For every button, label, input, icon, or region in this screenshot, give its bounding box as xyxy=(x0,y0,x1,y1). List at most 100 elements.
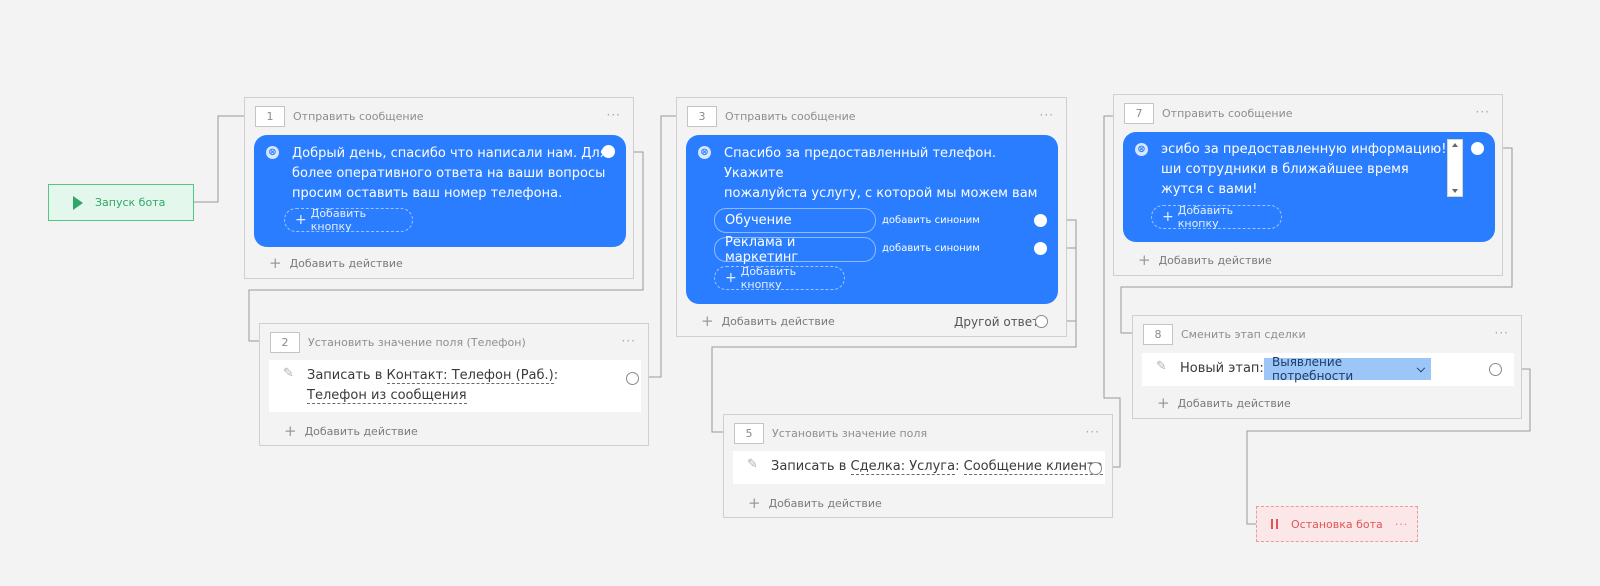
card-header: 5 Установить значение поля ··· xyxy=(724,415,1112,451)
option-button-marketing[interactable]: Реклама и маркетинг xyxy=(714,234,876,265)
action-row[interactable]: ✎ Записать в Сделка: Услуга: Сообщение к… xyxy=(733,451,1105,484)
plus-icon: + xyxy=(1162,209,1174,225)
card-header: 2 Установить значение поля (Телефон) ··· xyxy=(260,324,648,360)
step-title: Установить значение поля xyxy=(772,426,928,440)
step-number: 1 xyxy=(255,105,285,127)
message-bubble[interactable]: ⊗ Добрый день, спасибо что написали нам.… xyxy=(254,135,626,247)
output-port[interactable] xyxy=(626,372,639,385)
card-header: 1 Отправить сообщение ··· xyxy=(245,98,633,134)
more-icon[interactable]: ··· xyxy=(1086,425,1100,439)
step-number: 2 xyxy=(270,331,300,353)
pencil-icon: ✎ xyxy=(283,366,294,381)
field-link[interactable]: Контакт: Телефон (Раб.) xyxy=(386,368,554,384)
card-header: 8 Сменить этап сделки ··· xyxy=(1133,316,1521,352)
message-bubble[interactable]: ⊗ Спасибо за предоставленный телефон. Ук… xyxy=(686,135,1058,304)
plus-icon: + xyxy=(284,422,297,440)
option-button-training[interactable]: Обучение xyxy=(714,208,876,233)
output-port[interactable] xyxy=(602,145,615,158)
add-action-label: Добавить действие xyxy=(289,257,403,270)
card-step-2[interactable]: 2 Установить значение поля (Телефон) ···… xyxy=(259,323,649,446)
plus-icon: + xyxy=(701,312,714,330)
action-prefix: Записать в xyxy=(771,459,851,474)
more-icon[interactable]: ··· xyxy=(1040,108,1054,122)
more-icon[interactable]: ··· xyxy=(622,334,636,348)
action-prefix: Записать в xyxy=(307,368,387,383)
plus-icon: + xyxy=(1138,251,1151,269)
add-button-label: Добавить кнопку xyxy=(740,265,797,291)
card-step-3[interactable]: 3 Отправить сообщение ··· ⊗ Спасибо за п… xyxy=(676,97,1067,337)
play-icon xyxy=(73,195,83,210)
action-colon: : xyxy=(553,368,559,383)
telegram-icon: ⊗ xyxy=(266,146,279,159)
message-bubble[interactable]: ⊗ эсибо за предоставленную информацию! ш… xyxy=(1123,132,1495,242)
step-number: 5 xyxy=(734,422,764,444)
scroll-up-icon[interactable] xyxy=(1452,143,1458,147)
action-row[interactable]: ✎ Новый этап: Выявление потребности xyxy=(1142,353,1514,386)
step-number: 7 xyxy=(1124,102,1154,124)
add-action-button[interactable]: + Добавить действие xyxy=(1138,253,1272,268)
step-number: 3 xyxy=(687,105,717,127)
add-button[interactable]: + Добавить кнопку xyxy=(714,265,845,291)
option-label: Обучение xyxy=(725,213,792,228)
stage-label: Новый этап: xyxy=(1180,361,1264,376)
add-synonym-link[interactable]: добавить синоним xyxy=(882,215,980,226)
stop-bot-node[interactable]: Остановка бота ··· xyxy=(1256,506,1418,542)
start-bot-node[interactable]: Запуск бота xyxy=(48,184,194,221)
message-scrollbar[interactable] xyxy=(1447,139,1463,197)
scroll-down-icon[interactable] xyxy=(1452,189,1458,193)
add-button-label: Добавить кнопку xyxy=(1177,204,1234,230)
more-icon[interactable]: ··· xyxy=(1476,105,1490,119)
more-icon[interactable]: ··· xyxy=(1495,326,1509,340)
add-action-button[interactable]: + Добавить действие xyxy=(269,256,403,271)
add-action-button[interactable]: + Добавить действие xyxy=(284,424,418,439)
message-line: эсибо за предоставленную информацию! xyxy=(1161,142,1447,157)
card-step-5[interactable]: 5 Установить значение поля ··· ✎ Записат… xyxy=(723,414,1113,518)
message-line: Добрый день, спасибо что написали нам. Д… xyxy=(292,146,608,161)
pencil-icon: ✎ xyxy=(1156,359,1167,374)
pause-icon xyxy=(1271,519,1278,529)
card-step-7[interactable]: 7 Отправить сообщение ··· ⊗ эсибо за пре… xyxy=(1113,94,1503,276)
other-answer-label: Другой ответ xyxy=(954,315,1040,329)
step-number: 8 xyxy=(1143,323,1173,345)
stage-value: Выявление потребности xyxy=(1272,355,1354,383)
add-button[interactable]: + Добавить кнопку xyxy=(1151,204,1282,230)
step-title: Установить значение поля (Телефон) xyxy=(308,335,526,349)
add-synonym-link[interactable]: добавить синоним xyxy=(882,243,980,254)
add-action-button[interactable]: + Добавить действие xyxy=(701,314,835,329)
action-row[interactable]: ✎ Записать в Контакт: Телефон (Раб.): Те… xyxy=(269,360,641,412)
step-title: Отправить сообщение xyxy=(293,109,424,123)
add-action-label: Добавить действие xyxy=(304,425,418,438)
action-colon: : xyxy=(955,459,964,474)
other-answer-port[interactable] xyxy=(1035,315,1048,328)
message-line: Спасибо за предоставленный телефон. Укаж… xyxy=(724,146,997,181)
value-link[interactable]: Сообщение клиента xyxy=(963,459,1103,475)
output-port[interactable] xyxy=(1089,462,1102,475)
card-step-8[interactable]: 8 Сменить этап сделки ··· ✎ Новый этап: … xyxy=(1132,315,1522,419)
value-link[interactable]: Телефон из сообщения xyxy=(307,388,467,404)
plus-icon: + xyxy=(269,254,282,272)
more-icon[interactable]: ··· xyxy=(1395,518,1409,531)
stop-bot-label: Остановка бота xyxy=(1291,517,1383,531)
option-label: Реклама и маркетинг xyxy=(725,234,799,265)
plus-icon: + xyxy=(295,212,307,228)
option-port[interactable] xyxy=(1034,214,1047,227)
action-text: Записать в Сделка: Услуга: Сообщение кли… xyxy=(771,457,1103,477)
stage-select[interactable]: Выявление потребности xyxy=(1264,355,1431,383)
add-action-button[interactable]: + Добавить действие xyxy=(1157,396,1291,411)
add-button[interactable]: + Добавить кнопку xyxy=(284,207,413,233)
card-step-1[interactable]: 1 Отправить сообщение ··· ⊗ Добрый день,… xyxy=(244,97,634,279)
telegram-icon: ⊗ xyxy=(698,146,711,159)
output-port[interactable] xyxy=(1471,142,1484,155)
message-text: эсибо за предоставленную информацию! ши … xyxy=(1161,140,1446,200)
card-header: 7 Отправить сообщение ··· xyxy=(1114,95,1502,131)
field-link[interactable]: Сделка: Услуга xyxy=(850,459,956,475)
more-icon[interactable]: ··· xyxy=(607,108,621,122)
add-action-label: Добавить действие xyxy=(721,315,835,328)
add-action-button[interactable]: + Добавить действие xyxy=(748,496,882,511)
plus-icon: + xyxy=(725,270,737,286)
output-port[interactable] xyxy=(1489,363,1502,376)
pencil-icon: ✎ xyxy=(747,457,758,472)
option-port[interactable] xyxy=(1034,242,1047,255)
add-button-label: Добавить кнопку xyxy=(310,207,367,233)
card-header: 3 Отправить сообщение ··· xyxy=(677,98,1066,134)
